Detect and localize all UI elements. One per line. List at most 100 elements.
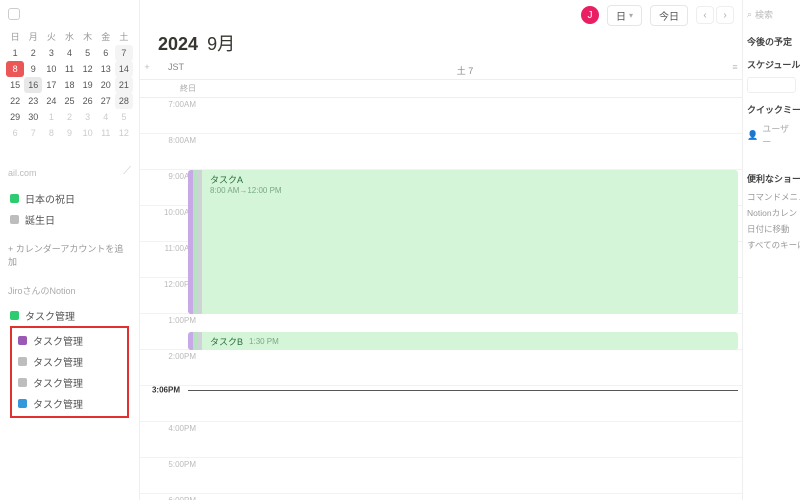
mc-day[interactable]: 19 — [79, 77, 97, 93]
user-row[interactable]: 👤ユーザー — [747, 122, 796, 148]
mc-day[interactable]: 8 — [6, 61, 24, 77]
mc-day[interactable]: 23 — [24, 93, 42, 109]
mc-day[interactable]: 6 — [6, 125, 24, 141]
notion-section-label: JiroさんのNotion — [0, 276, 139, 301]
mc-day[interactable]: 3 — [79, 109, 97, 125]
event-title: タスクA — [210, 173, 732, 186]
today-button[interactable]: 今日 — [650, 5, 688, 26]
account-email: ail.com — [8, 168, 37, 178]
prev-button[interactable]: ‹ — [696, 6, 714, 24]
mc-day[interactable]: 9 — [60, 125, 78, 141]
search-icon: ⌕ — [747, 9, 752, 20]
color-swatch — [10, 311, 19, 320]
visibility-icon[interactable]: ⟋ — [123, 165, 131, 178]
calendar-label: タスク管理 — [33, 333, 83, 348]
event-time: 1:30 PM — [249, 337, 279, 346]
mc-day[interactable]: 11 — [60, 61, 78, 77]
mc-day[interactable]: 7 — [24, 125, 42, 141]
shortcut-item[interactable]: 日付に移動 — [747, 223, 796, 235]
calendar-event[interactable]: タスクB 1:30 PM — [188, 332, 738, 350]
page-title: 2024 9月 — [158, 30, 235, 56]
mc-day[interactable]: 11 — [97, 125, 115, 141]
shortcut-item[interactable]: コマンドメニュ — [747, 191, 796, 203]
calendar-label: タスク管理 — [33, 375, 83, 390]
event-source-strips — [188, 170, 202, 314]
highlighted-calendars-box: タスク管理タスク管理タスク管理タスク管理 — [10, 326, 129, 418]
shortcuts-heading: 便利なショー — [747, 172, 796, 185]
next-button[interactable]: › — [716, 6, 734, 24]
notion-calendars: タスク管理 タスク管理タスク管理タスク管理タスク管理 — [0, 301, 139, 426]
calendar-item[interactable]: タスク管理 — [14, 330, 125, 351]
mc-day[interactable]: 28 — [115, 93, 133, 109]
avatar[interactable]: J — [581, 6, 599, 24]
mc-day[interactable]: 10 — [42, 61, 60, 77]
calendar-label: 日本の祝日 — [25, 191, 75, 206]
mc-day[interactable]: 10 — [79, 125, 97, 141]
mc-day[interactable]: 17 — [42, 77, 60, 93]
mc-day[interactable]: 18 — [60, 77, 78, 93]
calendar-item[interactable]: 誕生日 — [6, 209, 133, 230]
mc-day[interactable]: 20 — [97, 77, 115, 93]
shortcut-item[interactable]: Notionカレン — [747, 207, 796, 219]
schedule-input[interactable] — [747, 77, 796, 93]
mc-dow: 木 — [79, 28, 97, 45]
mc-day[interactable]: 4 — [97, 109, 115, 125]
sidebar: 日月火水木金土 12345678910111213141516171819202… — [0, 0, 140, 500]
calendar-item[interactable]: タスク管理 — [14, 351, 125, 372]
mc-day[interactable]: 8 — [42, 125, 60, 141]
mc-day[interactable]: 22 — [6, 93, 24, 109]
mc-dow: 月 — [24, 28, 42, 45]
mc-day[interactable]: 1 — [42, 109, 60, 125]
mc-day[interactable]: 5 — [115, 109, 133, 125]
account-block: ail.com ⟋ — [0, 151, 139, 184]
mc-day[interactable]: 27 — [97, 93, 115, 109]
mc-day[interactable]: 3 — [42, 45, 60, 61]
calendar-item[interactable]: 日本の祝日 — [6, 188, 133, 209]
allday-row: 終日 — [140, 80, 742, 98]
mc-day[interactable]: 4 — [60, 45, 78, 61]
calendar-item[interactable]: タスク管理 — [6, 305, 133, 326]
mc-day[interactable]: 12 — [79, 61, 97, 77]
calendar-item[interactable]: タスク管理 — [14, 393, 125, 414]
mc-day[interactable]: 1 — [6, 45, 24, 61]
mini-calendar: 日月火水木金土 12345678910111213141516171819202… — [0, 22, 139, 151]
color-swatch — [18, 378, 27, 387]
user-icon: 👤 — [747, 130, 758, 141]
mc-day[interactable]: 21 — [115, 77, 133, 93]
search-box[interactable]: ⌕ 検索 — [747, 8, 796, 21]
event-time: 8:00 AM→12:00 PM — [210, 186, 732, 195]
event-title: タスクB — [210, 335, 243, 348]
mc-day[interactable]: 2 — [24, 45, 42, 61]
mc-day[interactable]: 25 — [60, 93, 78, 109]
mc-day[interactable]: 14 — [115, 61, 133, 77]
mc-day[interactable]: 24 — [42, 93, 60, 109]
mc-day[interactable]: 15 — [6, 77, 24, 93]
mc-day[interactable]: 12 — [115, 125, 133, 141]
day-header: + JST 土 7 ≡ — [140, 62, 742, 80]
column-menu-button[interactable]: ≡ — [728, 62, 742, 79]
calendar-event[interactable]: タスクA8:00 AM→12:00 PM — [188, 170, 738, 314]
mc-day[interactable]: 16 — [24, 77, 42, 93]
shortcut-item[interactable]: すべてのキーに — [747, 239, 796, 251]
mc-day[interactable]: 2 — [60, 109, 78, 125]
mc-day[interactable]: 13 — [97, 61, 115, 77]
allday-cell[interactable] — [202, 80, 728, 94]
mc-day[interactable]: 9 — [24, 61, 42, 77]
mc-day[interactable]: 6 — [97, 45, 115, 61]
mc-dow: 日 — [6, 28, 24, 45]
calendar-label: 誕生日 — [25, 212, 55, 227]
nav-buttons: ‹ › — [696, 6, 734, 24]
mc-day[interactable]: 29 — [6, 109, 24, 125]
calendar-item[interactable]: タスク管理 — [14, 372, 125, 393]
right-panel: ⌕ 検索 今後の予定 スケジュールス クイックミーテ 👤ユーザー 便利なショー … — [742, 0, 800, 500]
mc-day[interactable]: 5 — [79, 45, 97, 61]
schedule-heading: スケジュールス — [747, 58, 796, 71]
add-calendar-account[interactable]: + カレンダーアカウントを追加 — [0, 234, 139, 276]
add-event-button[interactable]: + — [140, 62, 154, 79]
calendar-label: タスク管理 — [33, 354, 83, 369]
mc-day[interactable]: 26 — [79, 93, 97, 109]
sidebar-toggle[interactable] — [0, 6, 139, 22]
mc-day[interactable]: 30 — [24, 109, 42, 125]
view-switcher[interactable]: 日▾ — [607, 5, 642, 26]
mc-day[interactable]: 7 — [115, 45, 133, 61]
